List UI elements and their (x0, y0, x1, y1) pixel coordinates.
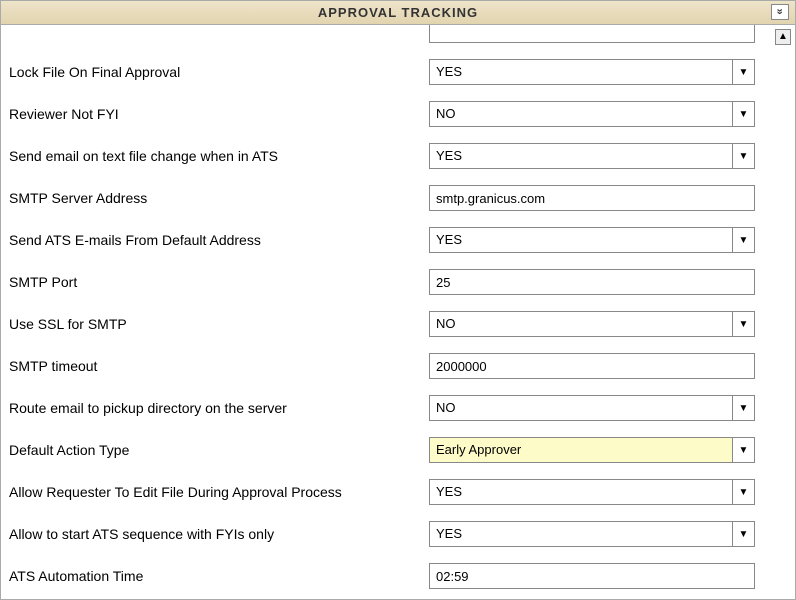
dropdown-arrow[interactable]: ▼ (732, 312, 754, 336)
label-send-email-text-change: Send email on text file change when in A… (9, 148, 429, 164)
select-value: YES (430, 228, 732, 252)
row-smtp-port: SMTP Port (9, 269, 773, 295)
select-value: YES (430, 480, 732, 504)
dropdown-arrow[interactable]: ▼ (732, 228, 754, 252)
row-reviewer-not-fyi: Reviewer Not FYI NO ▼ (9, 101, 773, 127)
label-allow-requester-edit: Allow Requester To Edit File During Appr… (9, 484, 429, 500)
collapse-button[interactable]: » (771, 4, 789, 20)
select-value: NO (430, 312, 732, 336)
input-smtp-port[interactable] (429, 269, 755, 295)
dropdown-arrow[interactable]: ▼ (732, 144, 754, 168)
panel-header: APPROVAL TRACKING » (1, 1, 795, 25)
select-send-email-text-change[interactable]: YES ▼ (429, 143, 755, 169)
select-lock-file[interactable]: YES ▼ (429, 59, 755, 85)
dropdown-arrow[interactable]: ▼ (732, 396, 754, 420)
panel-content: ▲ Lock File On Final Approval YES ▼ Revi… (1, 25, 795, 599)
dropdown-arrow[interactable]: ▼ (732, 438, 754, 462)
scroll-up-button[interactable]: ▲ (775, 29, 791, 45)
select-allow-requester-edit[interactable]: YES ▼ (429, 479, 755, 505)
select-value: YES (430, 522, 732, 546)
label-use-ssl: Use SSL for SMTP (9, 316, 429, 332)
label-smtp-server: SMTP Server Address (9, 190, 429, 206)
label-lock-file: Lock File On Final Approval (9, 64, 429, 80)
select-send-from-default[interactable]: YES ▼ (429, 227, 755, 253)
row-automation-time: ATS Automation Time (9, 563, 773, 589)
row-default-action: Default Action Type Early Approver ▼ (9, 437, 773, 463)
dropdown-arrow[interactable]: ▼ (732, 480, 754, 504)
chevron-down-icon: ▼ (739, 109, 749, 120)
row-send-email-text-change: Send email on text file change when in A… (9, 143, 773, 169)
label-smtp-timeout: SMTP timeout (9, 358, 429, 374)
chevron-down-icon: ▼ (739, 67, 749, 78)
row-use-ssl: Use SSL for SMTP NO ▼ (9, 311, 773, 337)
chevron-up-icon: ▲ (778, 31, 788, 42)
select-route-pickup[interactable]: NO ▼ (429, 395, 755, 421)
select-default-action[interactable]: Early Approver ▼ (429, 437, 755, 463)
row-allow-requester-edit: Allow Requester To Edit File During Appr… (9, 479, 773, 505)
chevron-down-icon: ▼ (739, 445, 749, 456)
approval-tracking-panel: APPROVAL TRACKING » ▲ Lock File On Final… (0, 0, 796, 600)
row-route-pickup: Route email to pickup directory on the s… (9, 395, 773, 421)
select-value: Early Approver (430, 438, 732, 462)
row-send-from-default: Send ATS E-mails From Default Address YE… (9, 227, 773, 253)
input-automation-time[interactable] (429, 563, 755, 589)
chevron-down-icon: ▼ (739, 151, 749, 162)
label-route-pickup: Route email to pickup directory on the s… (9, 400, 429, 416)
dropdown-arrow[interactable]: ▼ (732, 102, 754, 126)
row-smtp-timeout: SMTP timeout (9, 353, 773, 379)
label-send-from-default: Send ATS E-mails From Default Address (9, 232, 429, 248)
chevron-down-icon: ▼ (739, 403, 749, 414)
panel-title: APPROVAL TRACKING (318, 5, 478, 20)
chevron-down-icon: ▼ (739, 487, 749, 498)
select-allow-start-fyi[interactable]: YES ▼ (429, 521, 755, 547)
chevron-double-down-icon: » (773, 8, 787, 15)
dropdown-arrow[interactable]: ▼ (732, 522, 754, 546)
chevron-down-icon: ▼ (739, 235, 749, 246)
row-allow-start-fyi: Allow to start ATS sequence with FYIs on… (9, 521, 773, 547)
chevron-down-icon: ▼ (739, 319, 749, 330)
truncated-field-above[interactable] (429, 25, 755, 43)
label-allow-start-fyi: Allow to start ATS sequence with FYIs on… (9, 526, 429, 542)
label-reviewer-not-fyi: Reviewer Not FYI (9, 106, 429, 122)
select-value: NO (430, 102, 732, 126)
select-use-ssl[interactable]: NO ▼ (429, 311, 755, 337)
row-smtp-server: SMTP Server Address (9, 185, 773, 211)
select-value: NO (430, 396, 732, 420)
label-smtp-port: SMTP Port (9, 274, 429, 290)
row-lock-file: Lock File On Final Approval YES ▼ (9, 59, 773, 85)
input-smtp-server[interactable] (429, 185, 755, 211)
select-reviewer-not-fyi[interactable]: NO ▼ (429, 101, 755, 127)
select-value: YES (430, 60, 732, 84)
input-smtp-timeout[interactable] (429, 353, 755, 379)
label-default-action: Default Action Type (9, 442, 429, 458)
chevron-down-icon: ▼ (739, 529, 749, 540)
label-automation-time: ATS Automation Time (9, 568, 429, 584)
select-value: YES (430, 144, 732, 168)
dropdown-arrow[interactable]: ▼ (732, 60, 754, 84)
